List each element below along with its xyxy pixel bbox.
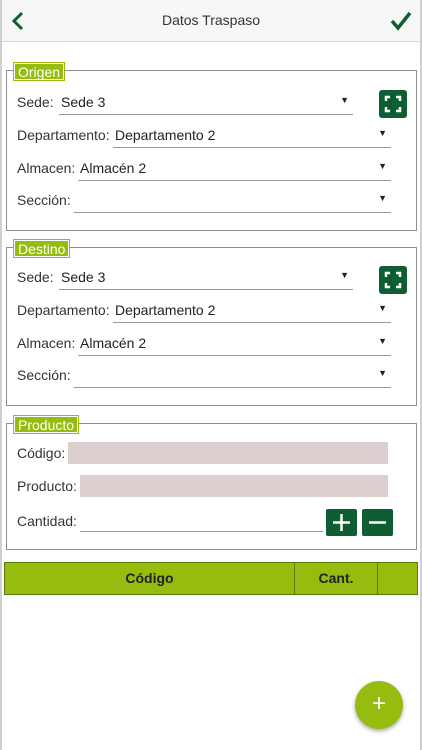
destino-almacen-select[interactable]: Almacén 2 ▼ [78, 332, 391, 356]
destino-scan-button[interactable] [379, 266, 407, 294]
seccion-label: Sección: [17, 367, 71, 383]
destino-almacen-row: Almacen: Almacén 2 ▼ [17, 332, 397, 356]
origen-sede-row: Sede: Sede 3 ▼ [17, 91, 407, 115]
dropdown-caret-icon: ▼ [378, 368, 387, 378]
origen-sede-value: Sede 3 [61, 94, 106, 110]
destino-seccion-select[interactable]: ▼ [74, 364, 391, 388]
origen-departamento-select[interactable]: Departamento 2 ▼ [113, 124, 391, 148]
origen-departamento-value: Departamento 2 [115, 127, 216, 143]
dropdown-caret-icon: ▼ [340, 95, 349, 105]
dropdown-caret-icon: ▼ [378, 161, 387, 171]
dropdown-caret-icon: ▼ [340, 270, 349, 280]
producto-producto-row: Producto: [17, 475, 397, 499]
departamento-label: Departamento: [17, 302, 110, 318]
increment-button[interactable] [326, 509, 357, 536]
add-item-fab[interactable]: + [355, 681, 403, 729]
destino-departamento-value: Departamento 2 [115, 302, 216, 318]
plus-icon: + [371, 690, 386, 717]
producto-section: Producto Código: Producto: Cantidad: [6, 415, 417, 550]
column-header-codigo[interactable]: Código [5, 563, 295, 594]
destino-sede-select[interactable]: Sede 3 ▼ [59, 266, 353, 290]
plus-icon [333, 514, 350, 531]
almacen-label: Almacen: [17, 160, 76, 176]
destino-legend: Destino [12, 239, 71, 258]
origen-almacen-select[interactable]: Almacén 2 ▼ [78, 157, 391, 181]
seccion-label: Sección: [17, 192, 71, 208]
column-header-actions [378, 563, 417, 594]
destino-seccion-row: Sección: ▼ [17, 364, 397, 388]
scan-frame-icon [384, 95, 402, 113]
sede-label: Sede: [17, 94, 54, 110]
items-table-header: Código Cant. [4, 562, 418, 595]
departamento-label: Departamento: [17, 127, 110, 143]
producto-cantidad-row: Cantidad: [17, 510, 327, 534]
destino-sede-row: Sede: Sede 3 ▼ [17, 266, 407, 290]
app-header: Datos Traspaso [2, 0, 420, 42]
cantidad-input[interactable] [80, 510, 323, 532]
destino-sede-value: Sede 3 [61, 269, 106, 285]
origen-seccion-row: Sección: ▼ [17, 189, 397, 213]
dropdown-caret-icon: ▼ [378, 336, 387, 346]
producto-codigo-row: Código: [17, 442, 397, 466]
origen-almacen-value: Almacén 2 [80, 160, 147, 176]
sede-label: Sede: [17, 269, 54, 285]
producto-label: Producto: [17, 478, 77, 494]
column-header-cant[interactable]: Cant. [295, 563, 378, 594]
origen-seccion-select[interactable]: ▼ [74, 189, 391, 213]
destino-departamento-select[interactable]: Departamento 2 ▼ [113, 299, 391, 323]
page-title: Datos Traspaso [161, 12, 261, 28]
origen-departamento-row: Departamento: Departamento 2 ▼ [17, 124, 397, 148]
origen-legend: Origen [12, 62, 66, 81]
destino-departamento-row: Departamento: Departamento 2 ▼ [17, 299, 397, 323]
origen-scan-button[interactable] [379, 90, 407, 118]
minus-icon [369, 521, 386, 524]
confirm-check-icon[interactable] [390, 10, 412, 32]
destino-almacen-value: Almacén 2 [80, 335, 147, 351]
dropdown-caret-icon: ▼ [378, 128, 387, 138]
codigo-label: Código: [17, 445, 66, 461]
dropdown-caret-icon: ▼ [378, 303, 387, 313]
codigo-input[interactable] [68, 442, 388, 464]
scan-frame-icon [384, 271, 402, 289]
cantidad-label: Cantidad: [17, 513, 77, 529]
producto-legend: Producto [12, 415, 80, 434]
origen-almacen-row: Almacen: Almacén 2 ▼ [17, 157, 397, 181]
destino-section: Destino Sede: Sede 3 ▼ Departamento: Dep… [6, 239, 417, 406]
producto-input[interactable] [80, 475, 388, 497]
almacen-label: Almacen: [17, 335, 76, 351]
dropdown-caret-icon: ▼ [378, 193, 387, 203]
origen-sede-select[interactable]: Sede 3 ▼ [59, 91, 353, 115]
decrement-button[interactable] [362, 509, 393, 536]
origen-section: Origen Sede: Sede 3 ▼ Departamento: Depa… [6, 62, 417, 231]
